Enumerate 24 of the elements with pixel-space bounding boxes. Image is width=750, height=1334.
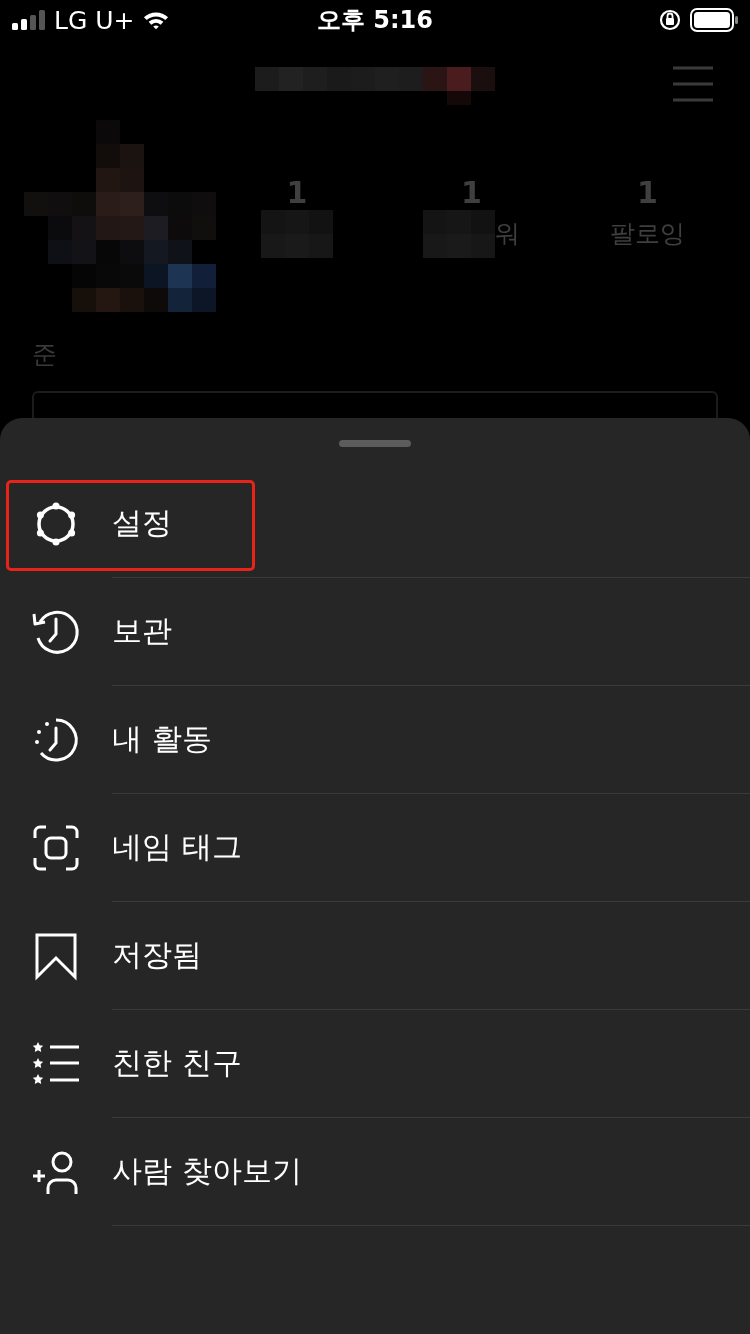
history-clock-icon [32, 608, 80, 656]
stat-count: 1 [461, 174, 482, 210]
stat-count: 1 [637, 174, 658, 210]
battery-icon [690, 8, 738, 32]
carrier-name: LG U+ [54, 5, 135, 35]
drag-handle[interactable] [339, 440, 411, 447]
stat-count: 1 [286, 174, 308, 210]
menu-icon[interactable] [672, 66, 714, 102]
menu-item[interactable]: 보관 [0, 578, 750, 686]
stat-label: 워 [495, 218, 520, 250]
stat-label: 팔로잉 [610, 218, 685, 250]
dotted-clock-icon [32, 716, 80, 764]
rotation-lock-icon [658, 8, 682, 32]
scan-frame-icon [32, 824, 80, 872]
menu-item[interactable]: 내 활동 [0, 686, 750, 794]
signal-icon [12, 10, 46, 30]
menu-item[interactable]: 설정 [0, 470, 750, 578]
menu-item[interactable]: 사람 찾아보기 [0, 1118, 750, 1226]
clock-time: 오후 5:16 [316, 5, 434, 36]
menu-item[interactable]: 네임 태그 [0, 794, 750, 902]
menu-item[interactable]: 저장됨 [0, 902, 750, 1010]
profile-name: 준 [32, 339, 57, 371]
wifi-icon [142, 10, 169, 30]
menu-item[interactable]: 친한 친구 [0, 1010, 750, 1118]
